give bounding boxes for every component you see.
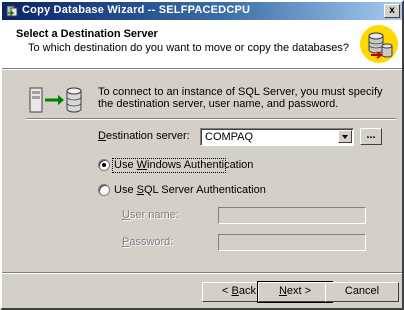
browse-button[interactable]: ... <box>360 128 382 145</box>
windows-auth-label[interactable]: Use Windows Authentication <box>114 159 253 171</box>
destination-server-label: Destination server: <box>98 130 190 142</box>
destination-label-rest: estination server: <box>105 130 190 142</box>
user-name-label: User name: <box>122 209 179 221</box>
password-label: Password: <box>122 236 173 248</box>
app-icon <box>6 5 18 17</box>
sql-auth-accesskey: S <box>136 184 144 196</box>
page-title: Select a Destination Server <box>16 28 158 40</box>
sql-auth-label-rest: QL Server Authentication <box>143 184 266 196</box>
back-label-pre: < <box>222 285 232 297</box>
user-name-accesskey: U <box>122 209 130 221</box>
sql-auth-label[interactable]: Use SQL Server Authentication <box>114 184 266 196</box>
back-accesskey: B <box>231 285 239 297</box>
windows-auth-accesskey: W <box>136 159 148 171</box>
sql-auth-label-pre: Use <box>114 184 137 196</box>
next-button[interactable]: Next > <box>257 281 333 303</box>
sql-auth-radio[interactable] <box>98 184 110 196</box>
wizard-header: Select a Destination Server To which des… <box>2 20 402 68</box>
wizard-database-icon <box>360 25 398 63</box>
info-text: To connect to an instance of SQL Server,… <box>98 86 383 110</box>
page-subtitle: To which destination do you want to move… <box>28 42 350 54</box>
destination-server-value: COMPAQ <box>205 131 254 143</box>
chevron-down-icon[interactable] <box>338 130 352 143</box>
window-title: Copy Database Wizard -- SELFPACEDCPU <box>22 4 251 16</box>
close-icon: x <box>389 5 395 16</box>
password-label-rest: assword: <box>129 236 174 248</box>
header-divider <box>2 68 402 70</box>
windows-auth-label-pre: Use <box>114 159 137 171</box>
user-name-field[interactable] <box>218 207 366 224</box>
title-bar: Copy Database Wizard -- SELFPACEDCPU x <box>2 2 402 20</box>
user-name-label-rest: ser name: <box>129 209 179 221</box>
password-field[interactable] <box>218 234 366 251</box>
back-label-rest: ack <box>238 285 256 297</box>
wizard-window: Copy Database Wizard -- SELFPACEDCPU x S… <box>0 0 404 310</box>
footer-divider <box>2 272 402 274</box>
destination-server-select[interactable]: COMPAQ <box>200 128 354 146</box>
windows-auth-radio[interactable] <box>98 159 110 171</box>
windows-auth-label-rest: indows Authentication <box>147 159 254 171</box>
destination-label-accesskey: D <box>98 130 106 142</box>
close-button[interactable]: x <box>384 4 400 18</box>
radio-selected-dot <box>102 163 106 167</box>
server-transfer-icon <box>29 87 82 113</box>
next-label-rest: ext > <box>286 285 312 297</box>
next-accesskey: N <box>278 285 287 297</box>
cancel-button[interactable]: Cancel <box>325 282 399 302</box>
section-divider <box>26 118 396 120</box>
